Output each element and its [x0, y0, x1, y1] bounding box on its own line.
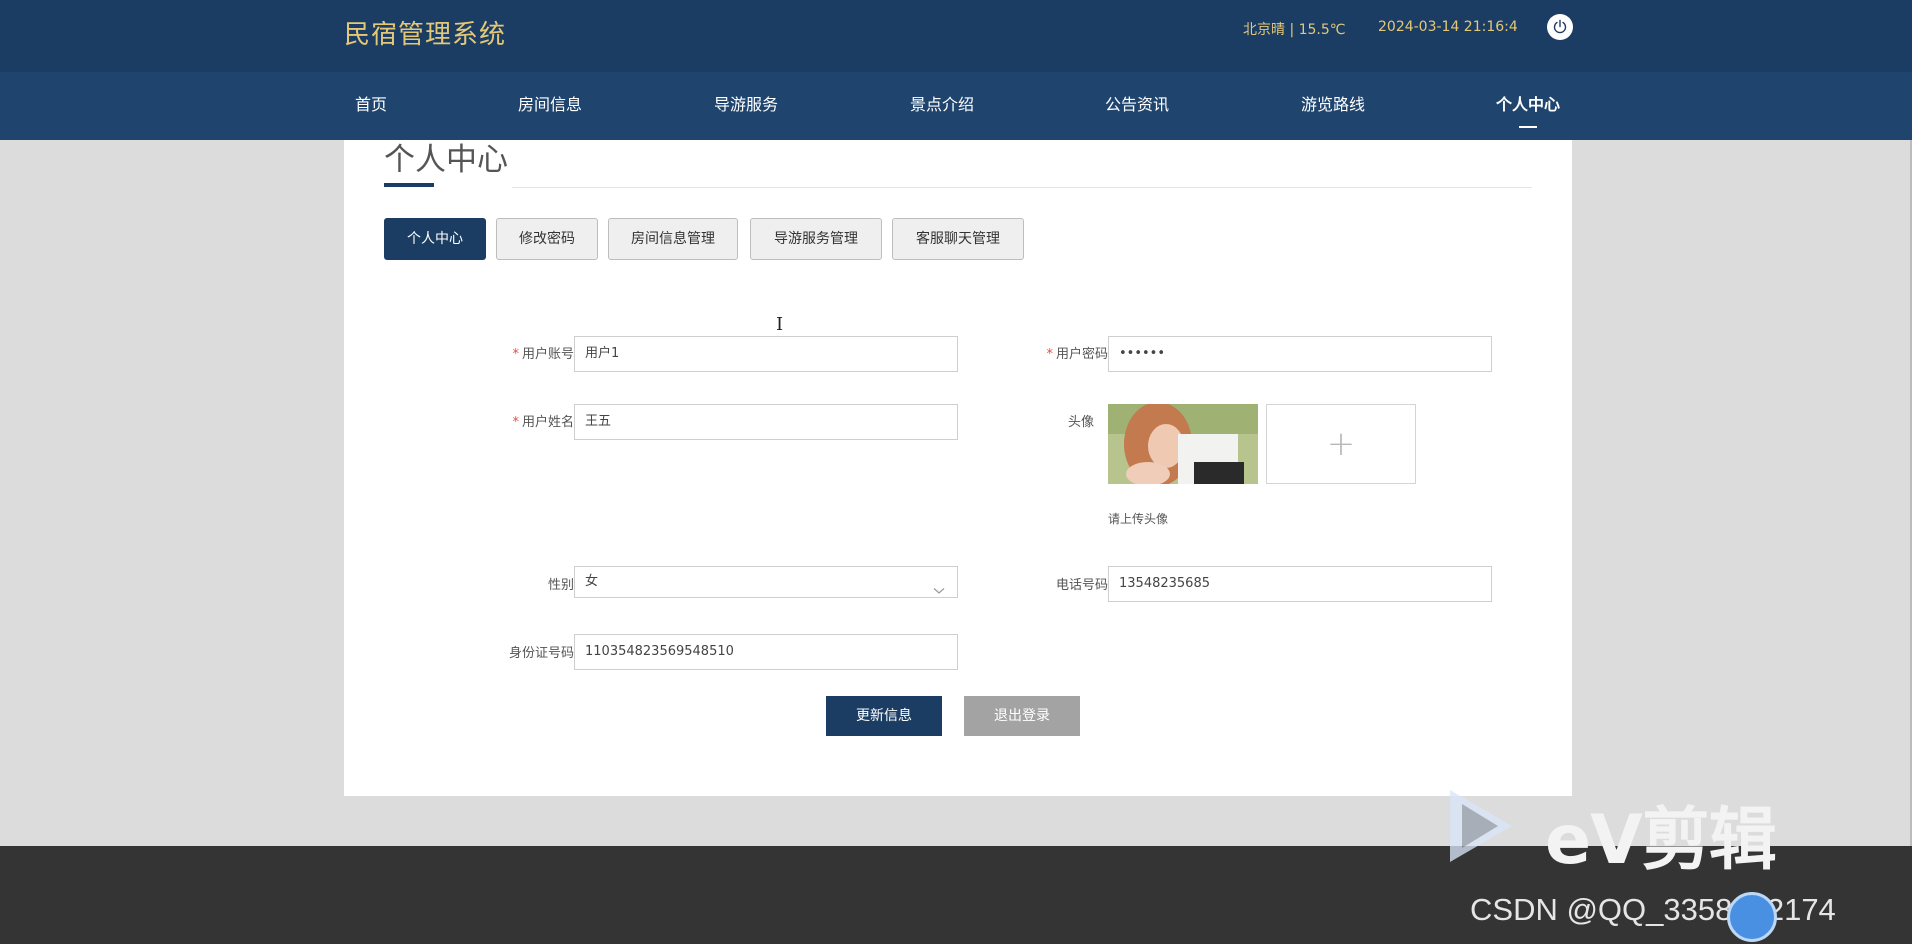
name-label: * 用户姓名 [512, 415, 574, 430]
tab-change-password[interactable]: 修改密码 [496, 218, 598, 260]
nav-item-attractions[interactable]: 景点介绍 [910, 72, 974, 140]
title-divider [512, 187, 1532, 188]
tab-chat-management[interactable]: 客服聊天管理 [892, 218, 1024, 260]
avatar-upload-button[interactable]: + [1266, 404, 1416, 484]
tab-room-management[interactable]: 房间信息管理 [608, 218, 738, 260]
password-label: * 用户密码 [1046, 347, 1108, 362]
avatar-hint: 请上传头像 [1108, 512, 1169, 526]
weather-info: 北京晴 | 15.5℃ [1243, 22, 1346, 38]
csdn-watermark: CSDN @QQ_3358892174 [1470, 892, 1836, 927]
chevron-down-icon [933, 577, 945, 607]
gender-label: 性别 [547, 578, 574, 593]
main-nav: 首页 房间信息 导游服务 景点介绍 公告资讯 游览路线 个人中心 [0, 72, 1912, 140]
power-icon[interactable] [1547, 14, 1573, 40]
nav-item-news[interactable]: 公告资讯 [1105, 72, 1169, 140]
avatar-label: 头像 [1067, 415, 1094, 430]
tab-guide-management[interactable]: 导游服务管理 [750, 218, 882, 260]
phone-label: 电话号码 [1055, 578, 1108, 593]
nav-item-home[interactable]: 首页 [355, 72, 387, 140]
nav-item-rooms[interactable]: 房间信息 [518, 72, 582, 140]
gender-value: 女 [585, 574, 599, 589]
idcard-input[interactable]: 110354823569548510 [574, 634, 958, 670]
account-input[interactable]: 用户1 [574, 336, 958, 372]
phone-input[interactable]: 13548235685 [1108, 566, 1492, 602]
gender-select[interactable]: 女 [574, 566, 958, 598]
plus-icon: + [1326, 424, 1356, 464]
nav-item-profile[interactable]: 个人中心 [1496, 72, 1560, 140]
idcard-label: 身份证号码 [508, 646, 574, 661]
text-cursor-icon: I [776, 314, 784, 335]
top-header: 民宿管理系统 北京晴 | 15.5℃ 2024-03-14 21:16:4 [0, 0, 1912, 72]
profile-panel: 个人中心 个人中心 修改密码 房间信息管理 导游服务管理 客服聊天管理 * 用户账… [344, 140, 1572, 796]
password-input[interactable]: •••••• [1108, 336, 1492, 372]
nav-item-routes[interactable]: 游览路线 [1301, 72, 1365, 140]
update-info-button[interactable]: 更新信息 [826, 696, 942, 736]
name-input[interactable]: 王五 [574, 404, 958, 440]
account-label: * 用户账号 [512, 347, 574, 362]
ev-watermark: eV剪辑 [1545, 801, 1777, 880]
nav-item-guide[interactable]: 导游服务 [714, 72, 778, 140]
logout-button[interactable]: 退出登录 [964, 696, 1080, 736]
badge-icon [1727, 892, 1777, 942]
avatar-image[interactable] [1108, 404, 1258, 484]
site-logo[interactable]: 民宿管理系统 [344, 14, 506, 51]
current-datetime: 2024-03-14 21:16:4 [1378, 19, 1518, 35]
tab-profile[interactable]: 个人中心 [384, 218, 486, 260]
title-underline [384, 183, 434, 187]
page-title: 个人中心 [384, 142, 508, 178]
